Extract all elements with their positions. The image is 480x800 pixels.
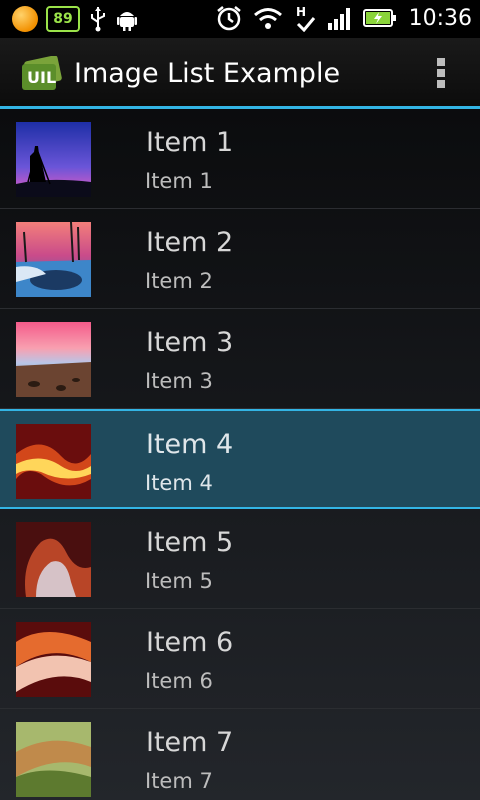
list-item[interactable]: Item 2 Item 2 [0, 209, 480, 309]
status-left-icons: 89 [12, 6, 138, 32]
item-title: Item 4 [146, 429, 234, 460]
item-title: Item 1 [146, 127, 234, 158]
item-title: Item 2 [146, 227, 234, 258]
photographer-sunset-icon [16, 122, 91, 197]
overflow-dot [437, 80, 445, 88]
list-item-selected[interactable]: Item 4 Item 4 [0, 409, 480, 509]
status-bar: 89 H 10:36 [0, 0, 480, 38]
item-subtitle: Item 4 [145, 471, 213, 495]
battery-charging-icon [362, 9, 396, 27]
action-bar: UIL Image List Example [0, 38, 480, 106]
beach-sunset-icon [16, 322, 91, 397]
overflow-menu-icon[interactable] [436, 58, 446, 88]
usb-icon [91, 7, 105, 32]
blurred-wood-icon [16, 722, 91, 797]
status-right-icons: H 10:36 [215, 4, 472, 32]
frozen-lake-sunset-icon [16, 222, 91, 297]
list-item[interactable]: Item 6 Item 6 [0, 609, 480, 709]
app-title: Image List Example [74, 58, 341, 89]
android-debug-icon [117, 12, 137, 31]
item-title: Item 5 [146, 527, 234, 558]
list-item[interactable]: Item 3 Item 3 [0, 309, 480, 409]
hsdpa-icon: H [296, 5, 315, 32]
svg-text:H: H [296, 5, 306, 19]
overflow-dot [437, 69, 445, 77]
list-item[interactable]: Item 5 Item 5 [0, 509, 480, 609]
item-subtitle: Item 3 [145, 369, 213, 393]
image-list[interactable]: Item 1 Item 1 Item 2 Item 2 Item 3 Item … [0, 109, 480, 800]
sandstone-waves-icon [16, 622, 91, 697]
canyon-rock-icon [16, 522, 91, 597]
clock-time: 10:36 [408, 5, 472, 31]
uil-logo-icon[interactable]: UIL [20, 56, 64, 92]
list-item[interactable]: Item 7 Item 7 [0, 709, 480, 800]
item-title: Item 3 [146, 327, 234, 358]
item-title: Item 6 [146, 627, 234, 658]
wifi-icon [253, 8, 282, 29]
item-subtitle: Item 2 [145, 269, 213, 293]
svg-text:UIL: UIL [27, 68, 56, 87]
alarm-icon [216, 6, 241, 31]
item-title: Item 7 [146, 727, 234, 758]
item-subtitle: Item 5 [145, 569, 213, 593]
item-subtitle: Item 7 [145, 769, 213, 793]
canyon-light-icon [16, 424, 91, 499]
overflow-dot [437, 58, 445, 66]
battery-level-badge-icon: 89 [46, 6, 80, 32]
item-subtitle: Item 6 [145, 669, 213, 693]
signal-bars-icon [327, 8, 350, 30]
list-item[interactable]: Item 1 Item 1 [0, 109, 480, 209]
item-subtitle: Item 1 [145, 169, 213, 193]
notification-dot-icon [12, 6, 38, 32]
